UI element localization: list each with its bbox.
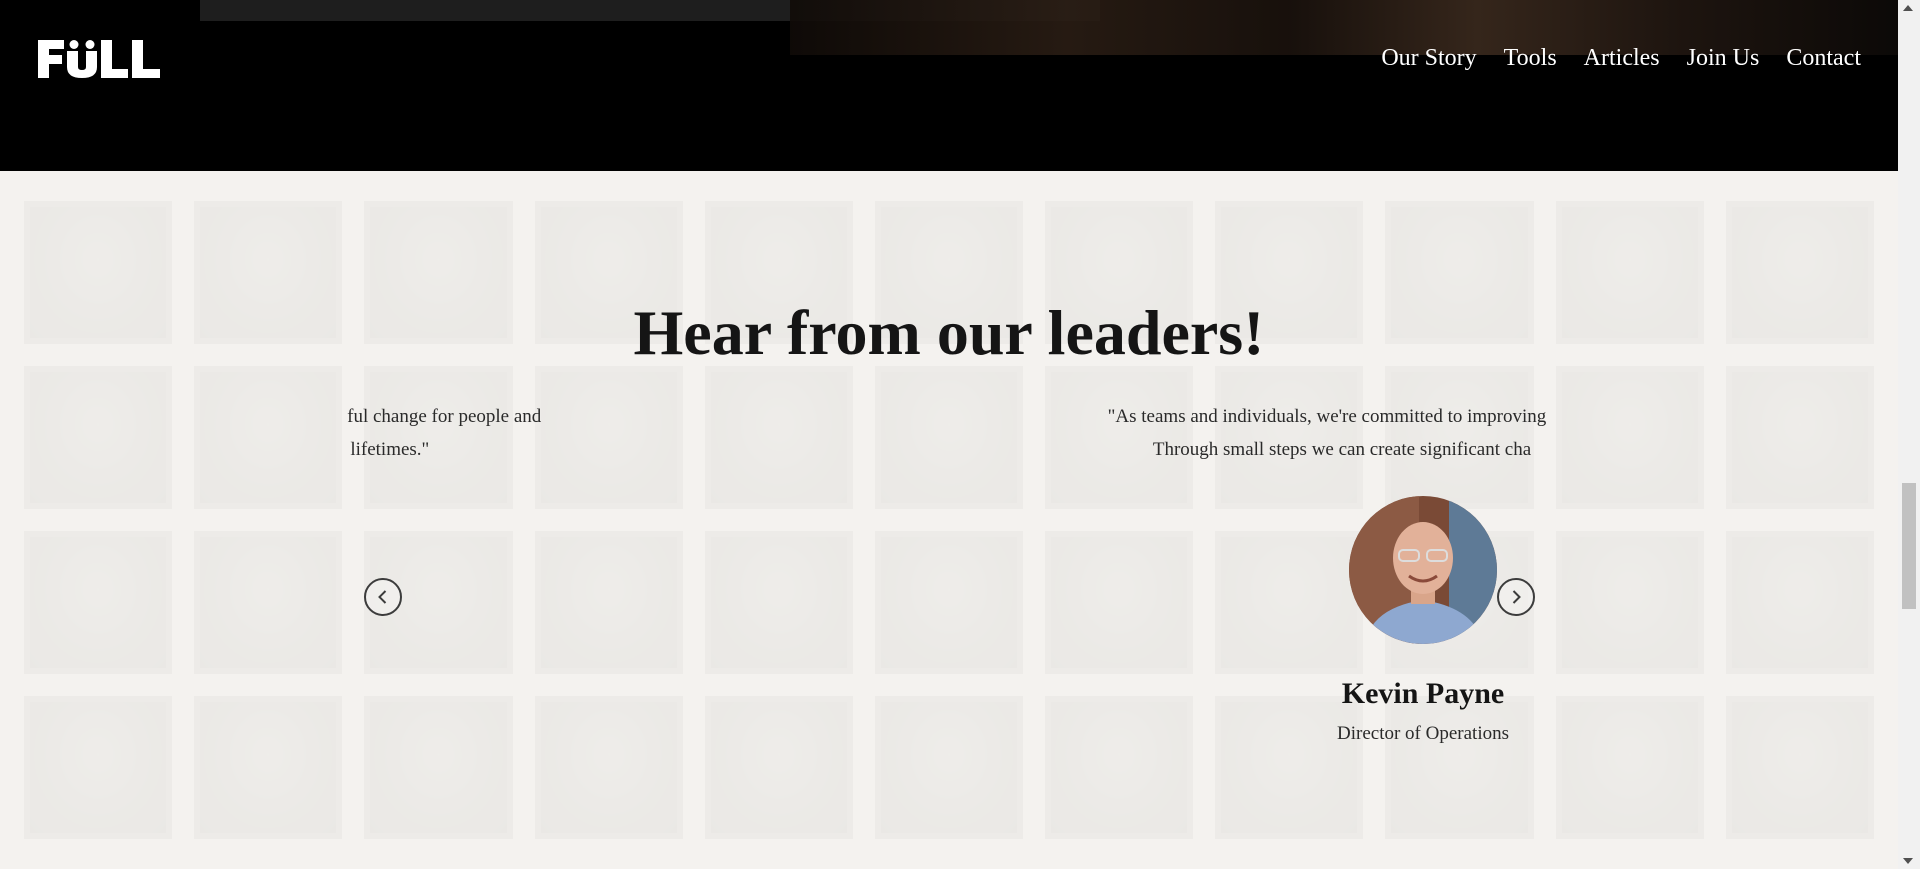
scroll-down-icon[interactable] [1903,858,1913,864]
nav-join-us[interactable]: Join Us [1687,42,1760,74]
leader-avatar [1349,496,1497,644]
leader-photo [1349,496,1497,644]
testimonial-quote-active: "As teams and individuals, we're committ… [1032,400,1551,466]
site-header: Our Story Tools Articles Join Us Contact [0,0,1898,171]
nav-articles[interactable]: Articles [1584,42,1660,74]
quote-line: neaningful change for people and [347,406,542,427]
section-heading: Hear from our leaders! [633,297,1265,368]
chevron-left-icon [378,590,387,604]
scroll-up-icon[interactable] [1903,5,1913,11]
carousel-next-button[interactable] [1497,578,1535,616]
main-nav: Our Story Tools Articles Join Us Contact [1381,42,1861,74]
quote-line: Through small steps we can create signif… [1152,439,1532,460]
leader-name: Kevin Payne [1341,677,1505,710]
carousel-prev-button[interactable] [364,578,402,616]
nav-our-story[interactable]: Our Story [1381,42,1476,74]
nav-tools[interactable]: Tools [1504,42,1557,74]
full-logo[interactable] [38,40,160,78]
nav-contact[interactable]: Contact [1786,42,1861,74]
scrollbar-thumb[interactable] [1902,483,1916,609]
full-logo-mark [38,40,160,78]
testimonial-quote-previous: neaningful change for people and ond our… [347,400,687,466]
quote-line: ond our lifetimes." [347,439,430,460]
quote-line: "As teams and individuals, we're committ… [1107,406,1551,427]
page-scrollbar[interactable] [1898,0,1920,869]
chevron-right-icon [1512,590,1521,604]
leader-role: Director of Operations [1337,723,1509,744]
